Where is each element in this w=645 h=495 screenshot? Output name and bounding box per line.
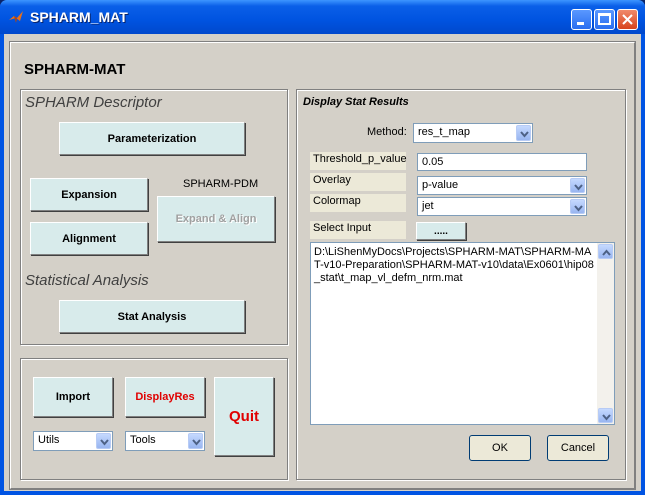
method-dropdown-value: res_t_map [418,126,470,138]
alignment-button[interactable]: Alignment [30,222,148,255]
chevron-down-icon[interactable] [570,178,585,193]
scroll-up-button[interactable] [598,244,613,259]
maximize-icon [598,13,611,25]
stat-section-label: Statistical Analysis [25,272,149,289]
colormap-label: Colormap [310,194,406,212]
displayres-button[interactable]: DisplayRes [125,377,205,417]
chevron-down-icon[interactable] [516,125,531,141]
matlab-logo-icon [9,11,23,23]
utils-dropdown-value: Utils [38,434,60,446]
colormap-dropdown[interactable]: jet [417,197,587,216]
cancel-button[interactable]: Cancel [547,435,609,461]
tools-dropdown-value: Tools [130,434,156,446]
utils-dropdown[interactable]: Utils [33,431,113,451]
title-bar[interactable]: SPHARM_MAT [0,0,645,34]
input-path-textarea[interactable]: D:\LiShenMyDocs\Projects\SPHARM-MAT\SPHA… [310,242,615,425]
descriptor-panel: SPHARM Descriptor Parameterization Expan… [20,89,288,345]
tools-dropdown[interactable]: Tools [125,431,205,451]
descriptor-section-label: SPHARM Descriptor [25,94,162,111]
chevron-down-icon[interactable] [188,433,203,449]
spharm-pdm-label: SPHARM-PDM [183,178,259,190]
chevron-down-icon [602,414,611,421]
window-title: SPHARM_MAT [30,9,128,25]
input-path-text: D:\LiShenMyDocs\Projects\SPHARM-MAT\SPHA… [314,246,594,284]
parameterization-button[interactable]: Parameterization [59,122,245,155]
window: SPHARM_MAT SPHARM-MAT SPHARM Descriptor … [0,0,645,495]
minimize-button[interactable] [571,9,592,30]
method-dropdown[interactable]: res_t_map [413,123,533,143]
quit-button[interactable]: Quit [214,377,274,456]
stat-analysis-button[interactable]: Stat Analysis [59,300,245,333]
chevron-up-icon [602,249,611,256]
app-title: SPHARM-MAT [24,61,126,78]
scroll-down-button[interactable] [598,408,613,423]
chevron-down-icon[interactable] [96,433,111,449]
expand-align-button: Expand & Align [157,196,275,242]
main-panel: SPHARM-MAT SPHARM Descriptor Parameteriz… [9,41,636,490]
overlay-dropdown[interactable]: p-value [417,176,587,195]
close-button[interactable] [617,9,638,30]
expansion-button[interactable]: Expansion [30,178,148,211]
overlay-dropdown-value: p-value [422,179,459,191]
client-area: SPHARM-MAT SPHARM Descriptor Parameteriz… [4,34,641,491]
close-icon [622,14,633,25]
maximize-button[interactable] [594,9,615,30]
threshold-label: Threshold_p_value [310,152,407,170]
method-label: Method: [367,126,407,138]
tools-panel: Import DisplayRes Quit Utils Tools [20,358,288,480]
colormap-dropdown-value: jet [422,200,434,212]
browse-button[interactable]: ..... [416,222,466,240]
select-input-label: Select Input [310,221,406,239]
display-stat-panel: Display Stat Results Method: res_t_map T… [296,89,626,480]
chevron-down-icon[interactable] [570,199,585,214]
overlay-label: Overlay [310,173,406,191]
import-button[interactable]: Import [33,377,113,417]
minimize-icon [577,22,584,25]
display-stat-title: Display Stat Results [303,96,409,108]
vertical-scrollbar[interactable] [597,243,614,424]
ok-button[interactable]: OK [469,435,531,461]
threshold-input[interactable]: 0.05 [417,153,587,171]
